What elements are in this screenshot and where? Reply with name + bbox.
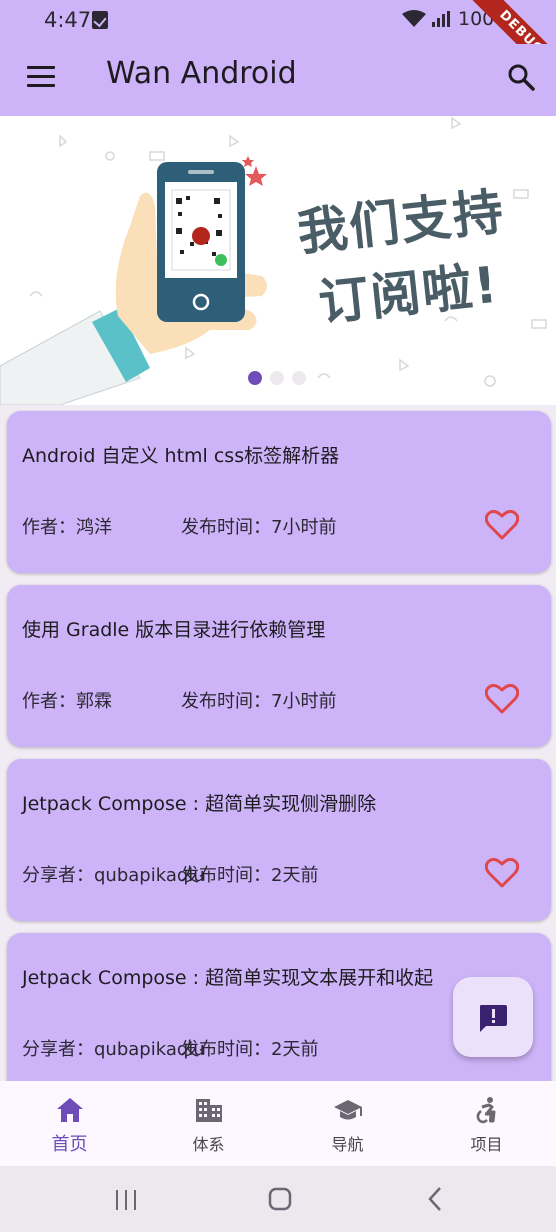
carousel-dot[interactable] [270,371,284,385]
carousel-dot[interactable] [248,371,262,385]
app-bar: Wan Android [0,44,556,116]
recent-apps-icon[interactable] [108,1184,144,1214]
system-navigation-bar [0,1166,556,1232]
article-time: 发布时间：2天前 [181,865,319,886]
article-title: Jetpack Compose : 超简单实现侧滑删除 [22,793,377,815]
building-icon [194,1095,224,1125]
article-author: 作者：鸿洋 [22,517,112,538]
article-title: 使用 Gradle 版本目录进行依赖管理 [22,619,326,641]
school-icon [333,1095,363,1125]
article-title: Jetpack Compose : 超简单实现文本展开和收起 [22,967,434,989]
article-card[interactable]: 使用 Gradle 版本目录进行依赖管理 作者：郭霖 发布时间：7小时前 [7,585,551,747]
nav-item-home[interactable]: 首页 [0,1081,139,1166]
bottom-navigation: 首页 体系 导航 项目 [0,1081,556,1166]
article-author: 分享者：qubapikaqiu [22,1039,205,1060]
article-time: 发布时间：7小时前 [181,517,337,538]
feedback-icon [480,1005,507,1032]
article-title: Android 自定义 html css标签解析器 [22,445,340,467]
article-time: 发布时间：2天前 [181,1039,319,1060]
home-button-icon[interactable] [262,1184,298,1214]
app-title: Wan Android [106,56,297,91]
back-icon[interactable] [418,1184,454,1214]
signal-icon [432,11,450,27]
article-time: 发布时间：7小时前 [181,691,337,712]
nav-label-home: 首页 [51,1134,88,1155]
home-icon [55,1095,85,1125]
article-author: 作者：郭霖 [22,691,112,712]
feedback-fab-button[interactable] [453,977,533,1057]
article-author: 分享者：qubapikaqiu [22,865,205,886]
favorite-heart-icon[interactable] [484,857,520,889]
banner-carousel[interactable]: 我们支持 订阅啦! [0,116,556,405]
wifi-icon [402,10,426,28]
nav-item-navigation[interactable]: 导航 [278,1081,417,1166]
status-time: 4:47 [44,8,92,32]
nav-label-system: 体系 [192,1135,225,1154]
search-icon[interactable] [506,62,536,92]
nav-label-project: 项目 [470,1135,503,1154]
nav-item-project[interactable]: 项目 [417,1081,556,1166]
carousel-indicator [248,371,306,385]
favorite-heart-icon[interactable] [484,683,520,715]
status-bar: 4:47 100% DEBUG [0,0,556,94]
banner-text: 我们支持 订阅啦! [263,172,547,343]
article-card[interactable]: Android 自定义 html css标签解析器 作者：鸿洋 发布时间：7小时… [7,411,551,573]
nav-label-navigation: 导航 [331,1135,364,1154]
notification-check-icon [92,11,108,29]
favorite-heart-icon[interactable] [484,509,520,541]
nav-item-system[interactable]: 体系 [139,1081,278,1166]
menu-icon[interactable] [27,66,55,88]
carousel-dot[interactable] [292,371,306,385]
article-card[interactable]: Jetpack Compose : 超简单实现侧滑删除 分享者：qubapika… [7,759,551,921]
accessible-icon [472,1095,502,1125]
